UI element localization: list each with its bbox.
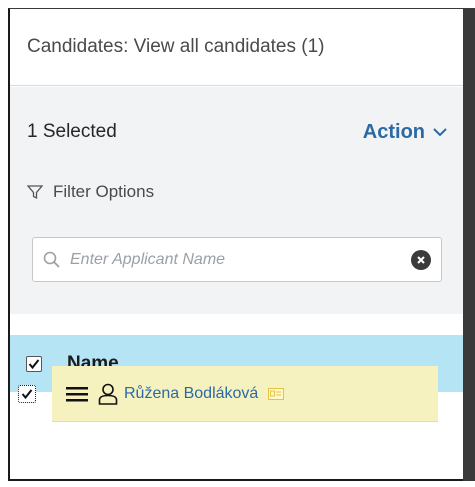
filter-options-label: Filter Options	[53, 182, 155, 201]
action-menu-button[interactable]: Action	[363, 121, 447, 144]
filter-icon	[27, 185, 43, 200]
clear-search-button[interactable]	[411, 249, 431, 270]
row-checkbox-cell	[10, 366, 52, 422]
checkmark-icon	[21, 389, 33, 400]
selected-count: 1 Selected	[27, 121, 117, 142]
applicant-search-input[interactable]	[68, 249, 411, 270]
card-icon[interactable]	[268, 387, 285, 400]
search-icon	[43, 251, 60, 268]
applicant-name-link[interactable]: Růžena Bodláková	[124, 385, 258, 403]
row-checkbox[interactable]	[18, 385, 36, 403]
person-icon	[98, 383, 118, 405]
drag-handle-icon[interactable]	[66, 386, 88, 402]
candidates-panel: Candidates: View all candidates (1) 1 Se…	[8, 8, 463, 481]
panel-header: Candidates: View all candidates (1)	[10, 9, 463, 86]
page-title: Candidates: View all candidates (1)	[27, 36, 325, 57]
chevron-down-icon	[433, 128, 447, 137]
selection-row: 1 Selected Action	[27, 117, 447, 147]
row-content: Růžena Bodláková	[52, 366, 438, 422]
window-edge	[463, 8, 475, 481]
applicant-search-box	[32, 237, 442, 282]
table-row: Růžena Bodláková	[10, 366, 438, 422]
filter-panel: 1 Selected Action Filter Options	[10, 87, 463, 314]
filter-options-button[interactable]: Filter Options	[27, 182, 154, 202]
action-label: Action	[362, 120, 425, 143]
clear-icon	[417, 255, 425, 264]
